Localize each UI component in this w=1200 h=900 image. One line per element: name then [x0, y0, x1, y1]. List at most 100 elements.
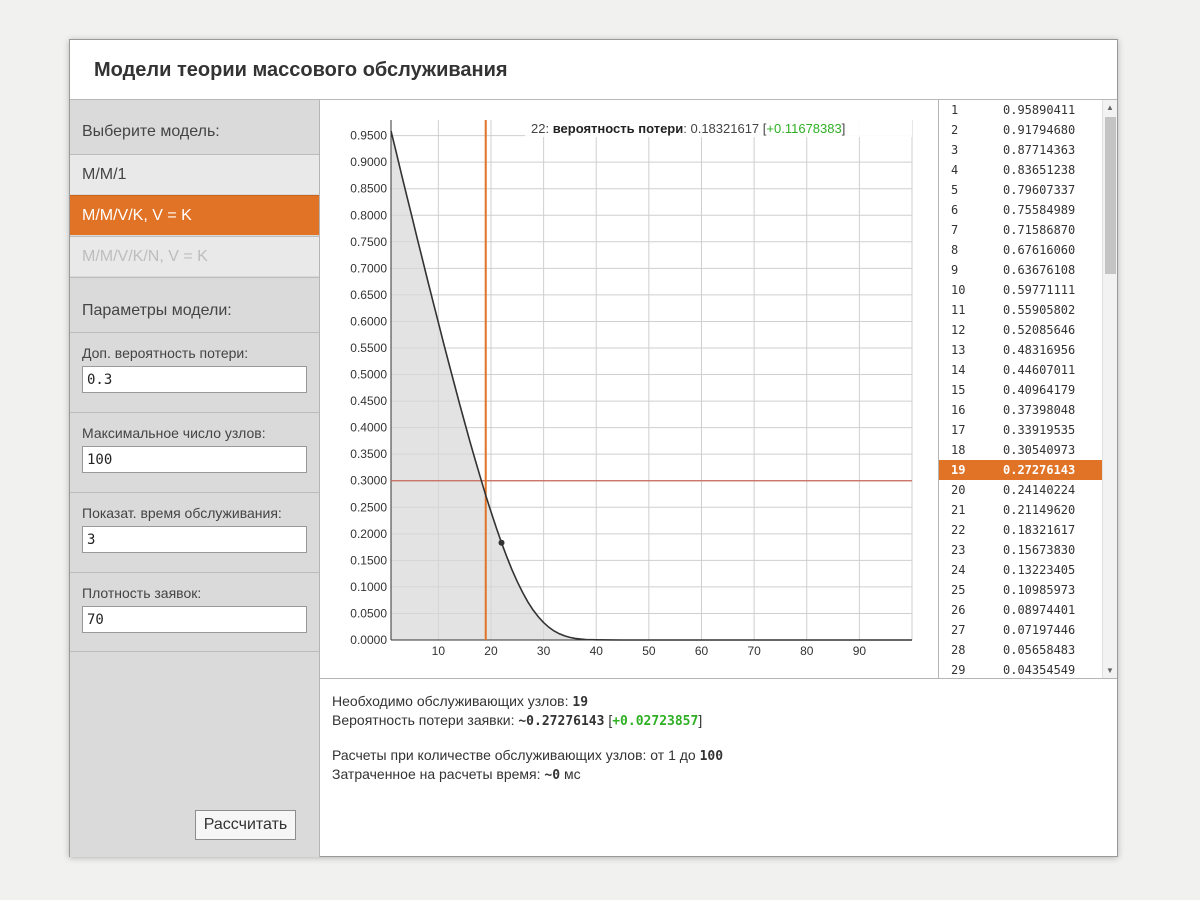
loss-probability-label: Вероятность потери заявки:: [332, 712, 515, 728]
row-index: 5: [951, 183, 959, 197]
choose-model-label: Выберите модель:: [82, 123, 220, 140]
table-row[interactable]: 23 0.15673830: [939, 540, 1102, 560]
max-nodes-input[interactable]: [82, 446, 307, 473]
tooltip-index: 22:: [531, 121, 549, 136]
table-row[interactable]: 14 0.44607011: [939, 360, 1102, 380]
table-row[interactable]: 15 0.40964179: [939, 380, 1102, 400]
page-title: Модели теории массового обслуживания: [94, 59, 508, 81]
scroll-down-icon[interactable]: ▼: [1103, 664, 1117, 678]
results-table[interactable]: 1 0.95890411 2 0.91794680 3 0.87714363 4 0.8365…: [938, 100, 1117, 679]
row-value: 0.55905802: [1003, 303, 1076, 317]
table-scrollbar[interactable]: ▲ ▼: [1102, 100, 1117, 678]
model-item-mm1[interactable]: M/M/1: [70, 154, 319, 194]
x-tick-label: 60: [695, 644, 709, 658]
x-tick-label: 10: [432, 644, 446, 658]
table-row[interactable]: 7 0.71586870: [939, 220, 1102, 240]
row-index: 20: [951, 483, 966, 497]
y-tick-label: 0.4500: [350, 394, 387, 408]
row-value: 0.91794680: [1003, 123, 1076, 137]
x-tick-label: 50: [642, 644, 656, 658]
param-loss-probability: Доп. вероятность потери:: [70, 332, 319, 412]
calculate-button[interactable]: Рассчитать: [195, 810, 296, 840]
table-row[interactable]: 10 0.59771111: [939, 280, 1102, 300]
row-value: 0.63676108: [1003, 263, 1076, 277]
table-row[interactable]: 19 0.27276143: [939, 460, 1102, 480]
y-tick-label: 0.6000: [350, 314, 387, 328]
table-row[interactable]: 17 0.33919535: [939, 420, 1102, 440]
y-tick-label: 0.7000: [350, 261, 387, 275]
y-tick-label: 0.0000: [350, 633, 387, 647]
row-index: 6: [951, 203, 959, 217]
loss-probability-input[interactable]: [82, 366, 307, 393]
row-index: 18: [951, 443, 966, 457]
table-row[interactable]: 9 0.63676108: [939, 260, 1102, 280]
table-row[interactable]: 13 0.48316956: [939, 340, 1102, 360]
row-value: 0.30540973: [1003, 443, 1076, 457]
row-value: 0.08974401: [1003, 603, 1076, 617]
table-row[interactable]: 12 0.52085646: [939, 320, 1102, 340]
y-tick-label: 0.5000: [350, 368, 387, 382]
chart-area[interactable]: 0.0000 0.0500 0.1000 0.1500 0.2000 0.2500 0.30…: [320, 100, 938, 679]
table-row[interactable]: 29 0.04354549: [939, 660, 1102, 678]
table-row[interactable]: 16 0.37398048: [939, 400, 1102, 420]
table-row[interactable]: 3 0.87714363: [939, 140, 1102, 160]
loss-probability-chart[interactable]: 0.0000 0.0500 0.1000 0.1500 0.2000 0.2500 0.30…: [320, 100, 938, 679]
table-row[interactable]: 5 0.79607337: [939, 180, 1102, 200]
tooltip-value: 0.18321617: [690, 121, 759, 136]
table-row[interactable]: 25 0.10985973: [939, 580, 1102, 600]
table-row[interactable]: 22 0.18321617: [939, 520, 1102, 540]
row-value: 0.10985973: [1003, 583, 1076, 597]
x-tick-label: 40: [590, 644, 604, 658]
row-index: 27: [951, 623, 966, 637]
param-request-density: Плотность заявок:: [70, 572, 319, 652]
row-index: 12: [951, 323, 966, 337]
row-index: 8: [951, 243, 959, 257]
row-value: 0.40964179: [1003, 383, 1076, 397]
service-time-input[interactable]: [82, 526, 307, 553]
table-row[interactable]: 21 0.21149620: [939, 500, 1102, 520]
row-index: 2: [951, 123, 959, 137]
y-tick-label: 0.8500: [350, 182, 387, 196]
table-row[interactable]: 11 0.55905802: [939, 300, 1102, 320]
loss-probability-line: Вероятность потери заявки: ~0.27276143 […: [332, 712, 703, 729]
row-value: 0.15673830: [1003, 543, 1076, 557]
row-index: 3: [951, 143, 959, 157]
row-index: 26: [951, 603, 966, 617]
hover-point[interactable]: [498, 539, 505, 546]
param-service-time: Показат. время обслуживания:: [70, 492, 319, 572]
calc-range-line: Расчеты при количестве обслуживающих узл…: [332, 747, 723, 764]
table-row[interactable]: 4 0.83651238: [939, 160, 1102, 180]
table-row[interactable]: 1 0.95890411: [939, 100, 1102, 120]
table-row[interactable]: 28 0.05658483: [939, 640, 1102, 660]
table-row[interactable]: 26 0.08974401: [939, 600, 1102, 620]
y-tick-label: 0.4000: [350, 421, 387, 435]
table-row[interactable]: 27 0.07197446: [939, 620, 1102, 640]
row-value: 0.44607011: [1003, 363, 1076, 377]
table-row[interactable]: 20 0.24140224: [939, 480, 1102, 500]
table-row[interactable]: 2 0.91794680: [939, 120, 1102, 140]
row-index: 25: [951, 583, 966, 597]
row-index: 16: [951, 403, 966, 417]
request-density-input[interactable]: [82, 606, 307, 633]
row-value: 0.24140224: [1003, 483, 1076, 497]
app-window: Модели теории массового обслуживания Выб…: [69, 39, 1118, 857]
param-label: Максимальное число узлов:: [82, 425, 266, 441]
row-value: 0.52085646: [1003, 323, 1076, 337]
y-tick-label: 0.3000: [350, 474, 387, 488]
model-item-mmvk[interactable]: M/M/V/K, V = K: [70, 195, 319, 235]
table-row[interactable]: 18 0.30540973: [939, 440, 1102, 460]
row-index: 13: [951, 343, 966, 357]
table-row[interactable]: 8 0.67616060: [939, 240, 1102, 260]
loss-probability-delta: +0.02723857: [612, 714, 699, 729]
scroll-up-icon[interactable]: ▲: [1103, 101, 1117, 115]
param-label: Плотность заявок:: [82, 585, 202, 601]
table-row[interactable]: 6 0.75584989: [939, 200, 1102, 220]
table-row[interactable]: 24 0.13223405: [939, 560, 1102, 580]
y-tick-label: 0.2500: [350, 500, 387, 514]
nodes-needed-value: 19: [572, 695, 589, 710]
param-max-nodes: Максимальное число узлов:: [70, 412, 319, 492]
y-tick-label: 0.5500: [350, 341, 387, 355]
scroll-thumb[interactable]: [1105, 117, 1116, 274]
row-index: 17: [951, 423, 966, 437]
row-index: 1: [951, 103, 959, 117]
